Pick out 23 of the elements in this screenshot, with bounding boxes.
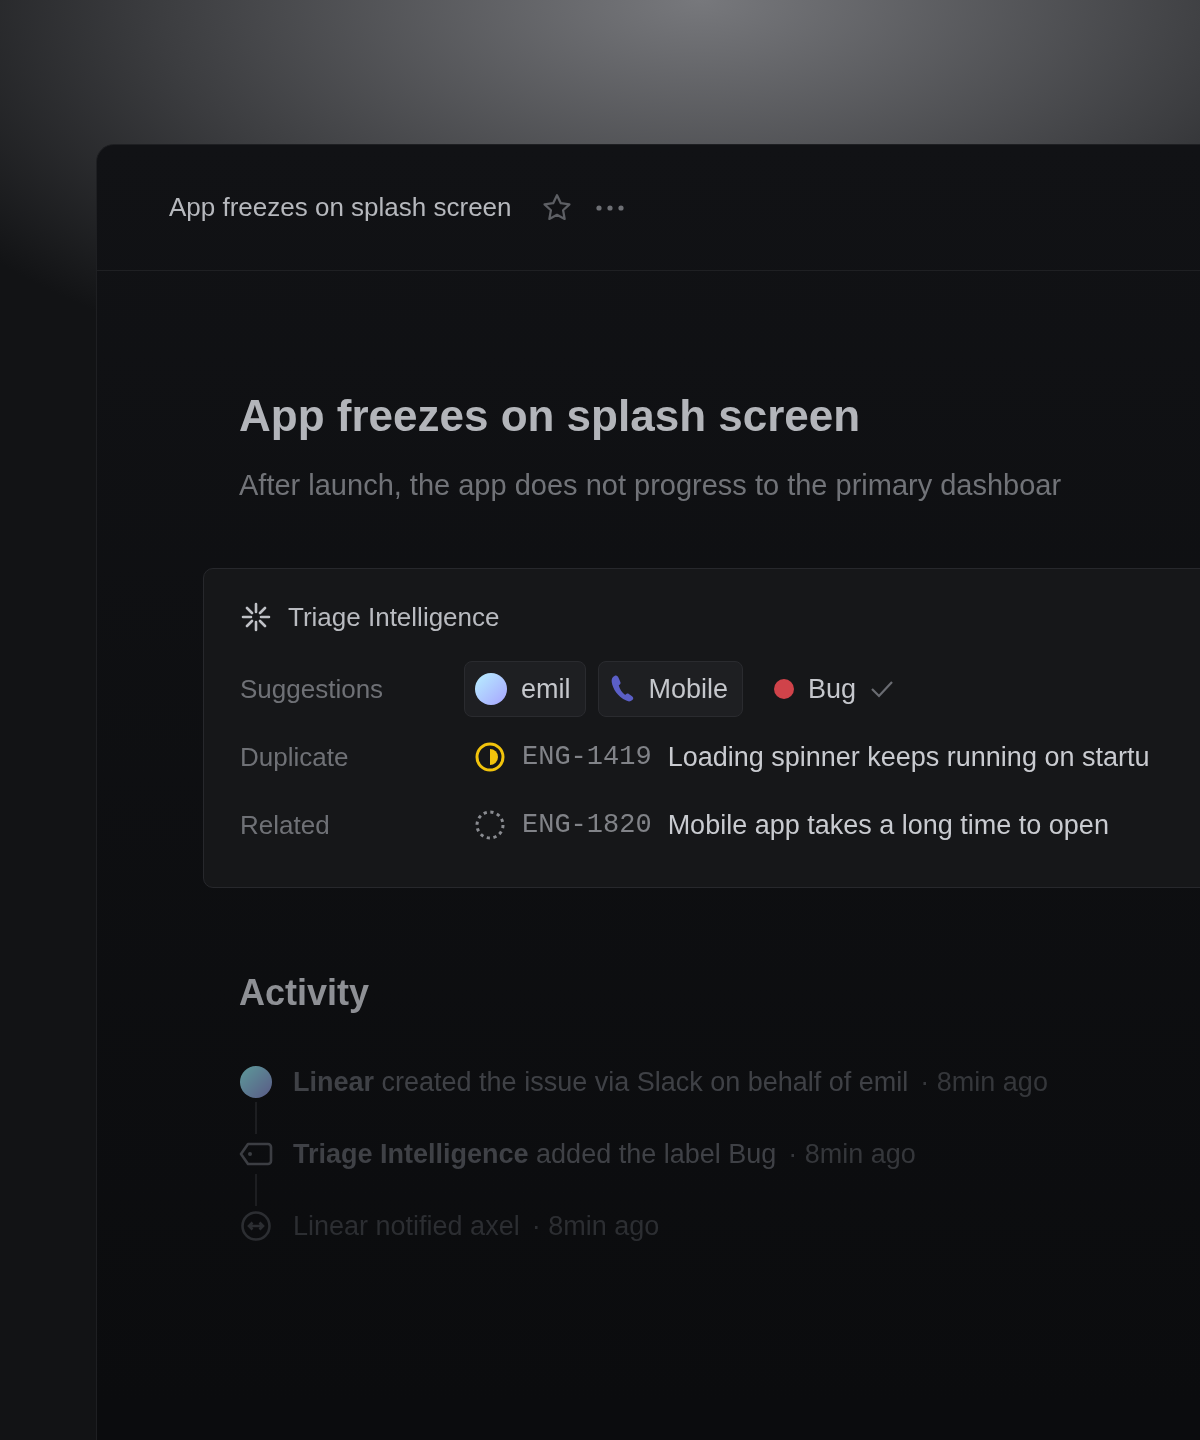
assignee-chip[interactable]: emil xyxy=(464,661,586,717)
issue-id[interactable]: ENG-1419 xyxy=(522,742,652,772)
issue-link[interactable]: Loading spinner keeps running on startu xyxy=(667,741,1150,773)
avatar-icon xyxy=(240,1066,272,1098)
project-chip[interactable]: Mobile xyxy=(597,661,744,717)
issue-title: App freezes on splash screen xyxy=(239,391,862,441)
arrows-circle-icon xyxy=(240,1210,272,1242)
issue-description: After launch, the app does not progress to the primary dashboar xyxy=(239,469,1063,502)
sparkle-icon xyxy=(240,601,272,633)
label-chip[interactable]: Bug xyxy=(755,661,910,717)
row-label: Related xyxy=(240,809,331,841)
row-label: Duplicate xyxy=(240,741,350,773)
row-label: Suggestions xyxy=(240,673,385,705)
window-title: App freezes on splash screen xyxy=(169,192,512,223)
backlog-icon xyxy=(474,809,506,841)
in-progress-icon xyxy=(474,741,506,773)
issue-id[interactable]: ENG-1820 xyxy=(522,810,652,840)
more-icon[interactable] xyxy=(593,202,626,213)
tag-icon xyxy=(239,1141,273,1167)
avatar-icon xyxy=(475,673,507,705)
activity-heading: Activity xyxy=(239,972,371,1014)
card-title: Triage Intelligence xyxy=(288,601,500,633)
issue-link[interactable]: Mobile app takes a long time to open xyxy=(667,809,1109,841)
